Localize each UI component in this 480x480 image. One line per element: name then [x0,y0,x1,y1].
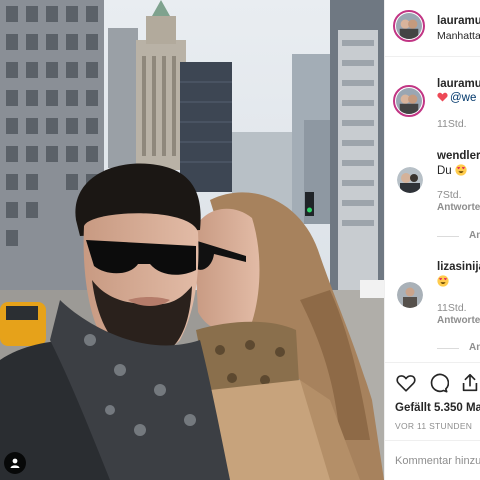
post-sidebar: lauramue Manhattan lauramu @we 11Std. we… [384,0,480,480]
caption-text: @we [437,92,476,104]
red-heart-emoji [437,92,448,102]
view-replies-button[interactable]: An [469,342,480,353]
author-username[interactable]: lauramue [437,15,480,27]
caption-time[interactable]: 11Std. [437,118,467,130]
caption-mention[interactable]: @we [450,92,476,104]
input-divider [385,440,480,441]
user-tag-icon[interactable] [4,452,26,474]
post-photo[interactable] [0,0,384,480]
caption-author[interactable]: lauramu [437,78,480,90]
heart-eyes-emoji [455,164,467,176]
comment-reply-button[interactable]: Antworte [437,315,480,326]
view-replies-line [437,236,459,237]
comment-time[interactable]: 7Std. [437,189,462,201]
comment-avatar[interactable] [397,167,423,193]
post-location[interactable]: Manhattan [437,30,480,42]
comment-body: Du [437,165,452,177]
likes-count[interactable]: Gefällt 5.350 Ma [395,402,480,414]
comment-icon[interactable] [427,372,449,394]
view-replies-button[interactable]: An [469,230,480,241]
caption-avatar[interactable] [393,85,425,117]
heart-eyes-emoji [437,275,449,287]
comment-time[interactable]: 11Std. [437,302,467,314]
comment-input[interactable] [395,452,480,470]
post-date[interactable]: VOR 11 STUNDEN [395,421,472,431]
view-replies-line [437,348,459,349]
actions-divider [385,362,480,363]
heart-icon[interactable] [395,372,417,394]
author-avatar[interactable] [393,10,425,42]
comment-text [437,275,449,288]
header-divider [385,56,480,57]
comment-avatar[interactable] [397,282,423,308]
share-icon[interactable] [459,372,480,394]
comment-author[interactable]: lizasinija [437,261,480,273]
comment-text: Du [437,164,467,177]
comment-author[interactable]: wendler. [437,150,480,162]
comment-reply-button[interactable]: Antworte [437,202,480,213]
